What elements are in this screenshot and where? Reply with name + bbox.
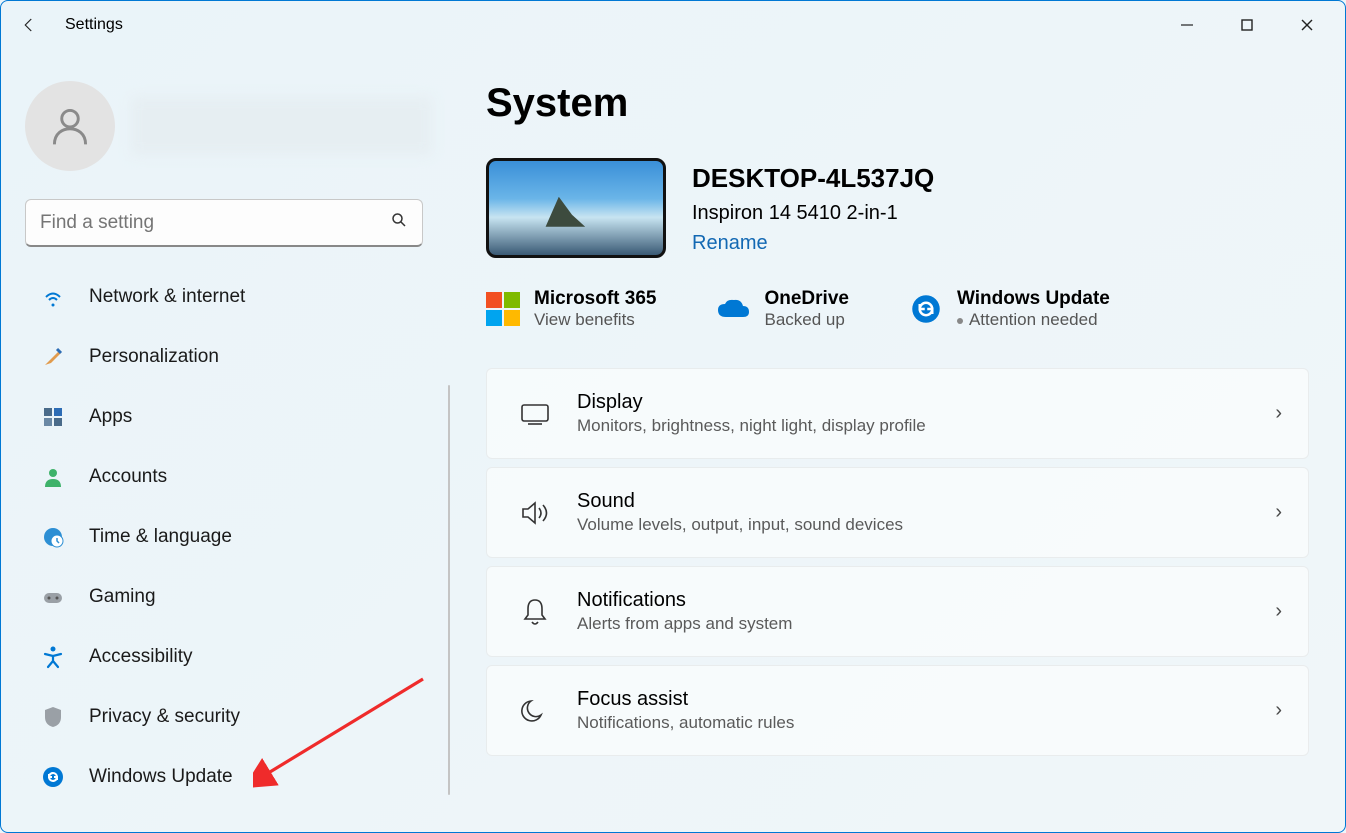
card-notifications[interactable]: Notifications Alerts from apps and syste…: [486, 566, 1309, 657]
search-input[interactable]: [40, 212, 390, 234]
close-button[interactable]: [1277, 5, 1337, 45]
card-sub: Monitors, brightness, night light, displ…: [577, 416, 1275, 436]
display-icon: [513, 402, 557, 426]
device-name: DESKTOP-4L537JQ: [692, 159, 934, 198]
nav-accessibility[interactable]: Accessibility: [25, 633, 432, 681]
accessibility-icon: [39, 643, 67, 671]
moon-icon: [513, 697, 557, 725]
bell-icon: [513, 597, 557, 627]
page-title: System: [486, 81, 1309, 126]
card-sub: Alerts from apps and system: [577, 614, 1275, 634]
nav-personalization[interactable]: Personalization: [25, 333, 432, 381]
card-title: Focus assist: [577, 688, 1275, 711]
status-sub: Backed up: [764, 310, 848, 330]
nav-label: Network & internet: [89, 286, 245, 308]
update-icon: [39, 763, 67, 791]
status-row: Microsoft 365 View benefits OneDrive Bac…: [486, 288, 1309, 330]
maximize-button[interactable]: [1217, 5, 1277, 45]
window-controls: [1157, 5, 1337, 45]
status-title: Windows Update: [957, 288, 1110, 310]
nav-label: Windows Update: [89, 766, 233, 788]
minimize-button[interactable]: [1157, 5, 1217, 45]
nav-time-language[interactable]: Time & language: [25, 513, 432, 561]
nav-gaming[interactable]: Gaming: [25, 573, 432, 621]
status-m365[interactable]: Microsoft 365 View benefits: [486, 288, 656, 330]
status-onedrive[interactable]: OneDrive Backed up: [716, 288, 848, 330]
nav-windows-update[interactable]: Windows Update: [25, 753, 432, 801]
card-focus-assist[interactable]: Focus assist Notifications, automatic ru…: [486, 665, 1309, 756]
sidebar-scrollbar[interactable]: [448, 385, 450, 795]
wifi-icon: [39, 283, 67, 311]
profile-name-redacted: [131, 97, 432, 155]
nav-accounts[interactable]: Accounts: [25, 453, 432, 501]
nav-label: Accessibility: [89, 646, 192, 668]
avatar: [25, 81, 115, 171]
nav-label: Time & language: [89, 526, 232, 548]
sound-icon: [513, 499, 557, 527]
microsoft-logo-icon: [486, 292, 520, 326]
nav-privacy[interactable]: Privacy & security: [25, 693, 432, 741]
card-sub: Volume levels, output, input, sound devi…: [577, 515, 1275, 535]
device-model: Inspiron 14 5410 2-in-1: [692, 198, 934, 228]
shield-icon: [39, 703, 67, 731]
status-title: Microsoft 365: [534, 288, 656, 310]
nav-apps[interactable]: Apps: [25, 393, 432, 441]
chevron-right-icon: ›: [1275, 600, 1282, 623]
status-sub: View benefits: [534, 310, 656, 330]
card-sub: Notifications, automatic rules: [577, 713, 1275, 733]
card-display[interactable]: Display Monitors, brightness, night ligh…: [486, 368, 1309, 459]
nav-label: Accounts: [89, 466, 167, 488]
chevron-right-icon: ›: [1275, 699, 1282, 722]
app-title: Settings: [65, 16, 123, 34]
apps-icon: [39, 403, 67, 431]
person-icon: [39, 463, 67, 491]
nav-label: Gaming: [89, 586, 156, 608]
globe-clock-icon: [39, 523, 67, 551]
titlebar: Settings: [1, 1, 1345, 49]
device-thumbnail[interactable]: [486, 158, 666, 258]
gamepad-icon: [39, 583, 67, 611]
nav-network[interactable]: Network & internet: [25, 273, 432, 321]
status-sub: Attention needed: [957, 310, 1110, 330]
nav-label: Privacy & security: [89, 706, 240, 728]
back-button[interactable]: [9, 5, 49, 45]
device-summary: DESKTOP-4L537JQ Inspiron 14 5410 2-in-1 …: [486, 158, 1309, 258]
nav-label: Personalization: [89, 346, 219, 368]
search-box[interactable]: [25, 199, 423, 247]
search-icon: [390, 211, 408, 234]
chevron-right-icon: ›: [1275, 402, 1282, 425]
main-panel: System DESKTOP-4L537JQ Inspiron 14 5410 …: [456, 49, 1345, 832]
card-title: Display: [577, 391, 1275, 414]
rename-link[interactable]: Rename: [692, 228, 934, 258]
update-icon: [909, 292, 943, 326]
card-title: Sound: [577, 490, 1275, 513]
nav-label: Apps: [89, 406, 132, 428]
sidebar: Network & internet Personalization Apps …: [1, 49, 456, 832]
brush-icon: [39, 343, 67, 371]
card-title: Notifications: [577, 589, 1275, 612]
cloud-icon: [716, 292, 750, 326]
status-title: OneDrive: [764, 288, 848, 310]
chevron-right-icon: ›: [1275, 501, 1282, 524]
status-windows-update[interactable]: Windows Update Attention needed: [909, 288, 1110, 330]
nav: Network & internet Personalization Apps …: [25, 273, 432, 801]
card-sound[interactable]: Sound Volume levels, output, input, soun…: [486, 467, 1309, 558]
profile[interactable]: [25, 81, 432, 171]
